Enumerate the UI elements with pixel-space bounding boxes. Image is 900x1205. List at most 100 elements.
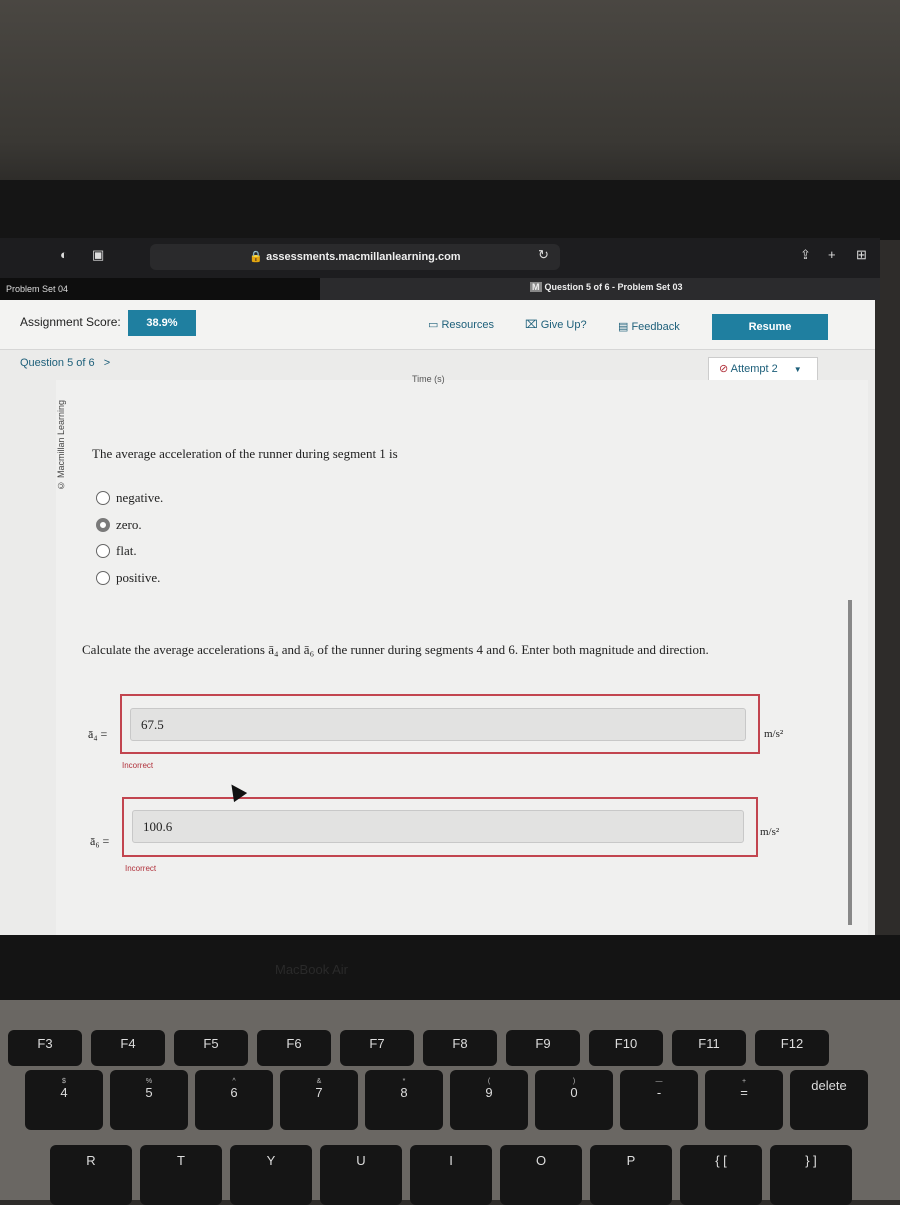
feedback-button[interactable]: ▤ Feedback <box>618 320 680 333</box>
option-zero[interactable]: zero. <box>96 517 142 533</box>
key-label: Y <box>266 1153 276 1168</box>
number-key[interactable]: — - <box>620 1070 698 1130</box>
new-tab-icon[interactable]: + <box>828 247 836 262</box>
privacy-shield-icon[interactable]: ◐ <box>60 247 68 262</box>
question-1-prompt: The average acceleration of the runner d… <box>92 446 398 461</box>
tab-question[interactable]: M Question 5 of 6 - Problem Set 03 <box>530 282 683 292</box>
option-label: positive. <box>116 570 161 585</box>
number-key[interactable]: ) 0 <box>535 1070 613 1130</box>
graph-axis-label: Time (s) <box>412 374 445 384</box>
key-secondary-label: — <box>655 1078 663 1085</box>
function-key[interactable]: F6 <box>257 1030 331 1066</box>
a6-unit: m/s² <box>760 826 780 838</box>
key-secondary-label: ) <box>572 1078 576 1085</box>
a4-label: ā₄ = <box>88 727 108 741</box>
url-text: assessments.macmillanlearning.com <box>266 251 461 263</box>
letter-key[interactable]: P <box>590 1145 672 1205</box>
key-label: F6 <box>286 1036 302 1051</box>
next-question-icon[interactable]: > <box>104 357 110 369</box>
key-label: P <box>626 1153 636 1168</box>
option-flat[interactable]: flat. <box>96 543 137 559</box>
function-key[interactable]: F3 <box>8 1030 82 1066</box>
radio-button[interactable] <box>96 571 110 585</box>
key-secondary-label: % <box>145 1078 153 1085</box>
key-secondary-label: & <box>316 1078 322 1085</box>
key-label: F11 <box>698 1036 720 1051</box>
score-label: Assignment Score: <box>20 315 121 329</box>
letter-key[interactable]: T <box>140 1145 222 1205</box>
key-label: T <box>177 1153 185 1168</box>
key-label: F8 <box>452 1036 468 1051</box>
a6-input[interactable]: 100.6 <box>132 810 744 843</box>
attempt-dropdown[interactable]: ⊘ Attempt 2 ▼ <box>708 357 818 381</box>
letter-key[interactable]: U <box>320 1145 402 1205</box>
give-up-button[interactable]: ⌧ Give Up? <box>525 318 587 331</box>
function-key[interactable]: F7 <box>340 1030 414 1066</box>
tab-overview-icon[interactable]: ⊞ <box>856 247 867 263</box>
letter-key[interactable]: R <box>50 1145 132 1205</box>
a4-input[interactable]: 67.5 <box>130 708 746 741</box>
key-label: - <box>656 1085 662 1100</box>
scrollbar[interactable] <box>848 600 852 925</box>
reload-icon[interactable]: ↻ <box>538 247 549 263</box>
tab-label: Question 5 of 6 - Problem Set 03 <box>544 282 683 292</box>
option-negative[interactable]: negative. <box>96 490 163 506</box>
key-label: 5 <box>145 1085 153 1100</box>
key-label: O <box>535 1153 547 1168</box>
key-label: } ] <box>805 1153 817 1168</box>
number-key[interactable]: delete <box>790 1070 868 1130</box>
feedback-icon: ▤ <box>618 321 632 333</box>
letter-key[interactable]: Y <box>230 1145 312 1205</box>
option-label: negative. <box>116 490 164 505</box>
sidebar-icon[interactable]: ▣ <box>92 247 104 263</box>
key-label: = <box>740 1085 748 1100</box>
radio-button[interactable] <box>96 491 110 505</box>
share-icon[interactable]: ⇪ <box>800 247 811 263</box>
letter-key[interactable]: I <box>410 1145 492 1205</box>
letter-key[interactable]: { [ <box>680 1145 762 1205</box>
resources-button[interactable]: ▭ Resources <box>428 318 494 331</box>
attempt-label: Attempt 2 <box>730 363 778 375</box>
a6-status: Incorrect <box>125 864 157 873</box>
radio-button[interactable] <box>96 544 110 558</box>
number-key[interactable]: % 5 <box>110 1070 188 1130</box>
number-key[interactable]: & 7 <box>280 1070 358 1130</box>
key-label: 4 <box>60 1085 68 1100</box>
a4-unit: m/s² <box>764 728 784 740</box>
key-secondary-label: + <box>741 1078 747 1085</box>
number-key[interactable]: (9 <box>450 1070 528 1130</box>
letter-key[interactable]: } ] <box>770 1145 852 1205</box>
number-key[interactable]: + = <box>705 1070 783 1130</box>
function-key[interactable]: F4 <box>91 1030 165 1066</box>
function-key[interactable]: F10 <box>589 1030 663 1066</box>
key-label: F12 <box>780 1036 804 1051</box>
key-label: delete <box>811 1078 847 1093</box>
tab-bar: Problem Set 04 M Question 5 of 6 - Proble… <box>0 278 880 300</box>
radio-button-selected[interactable] <box>96 518 110 532</box>
tab-problem-set-04[interactable]: Problem Set 04 <box>0 278 320 300</box>
browser-toolbar: ◐ ▣ 🔒 assessments.macmillanlearning.com … <box>0 238 880 278</box>
question-2-prompt: Calculate the average accelerations ā₄ … <box>82 642 709 657</box>
function-key[interactable]: F12 <box>755 1030 829 1066</box>
address-bar[interactable]: 🔒 assessments.macmillanlearning.com <box>150 244 560 270</box>
option-label: zero. <box>116 517 142 532</box>
function-key[interactable]: F8 <box>423 1030 497 1066</box>
function-key[interactable]: F5 <box>174 1030 248 1066</box>
letter-key[interactable]: O <box>500 1145 582 1205</box>
function-key[interactable]: F11 <box>672 1030 746 1066</box>
feedback-label: Feedback <box>631 321 680 333</box>
number-key[interactable]: * 8 <box>365 1070 443 1130</box>
score-badge: 38.9% <box>128 310 196 336</box>
number-key[interactable]: $4 <box>25 1070 103 1130</box>
number-key[interactable]: ^ 6 <box>195 1070 273 1130</box>
function-key[interactable]: F9 <box>506 1030 580 1066</box>
device-brand: MacBook Air <box>275 962 348 977</box>
question-nav[interactable]: Question 5 of 6 > <box>20 357 110 369</box>
key-secondary-label: $ <box>62 1078 66 1085</box>
resume-button[interactable]: Resume <box>712 314 828 340</box>
key-label: 0 <box>570 1085 578 1100</box>
key-label: 7 <box>315 1085 323 1100</box>
key-label: 8 <box>400 1085 408 1100</box>
key-secondary-label: * <box>402 1078 406 1085</box>
option-positive[interactable]: positive. <box>96 570 160 586</box>
